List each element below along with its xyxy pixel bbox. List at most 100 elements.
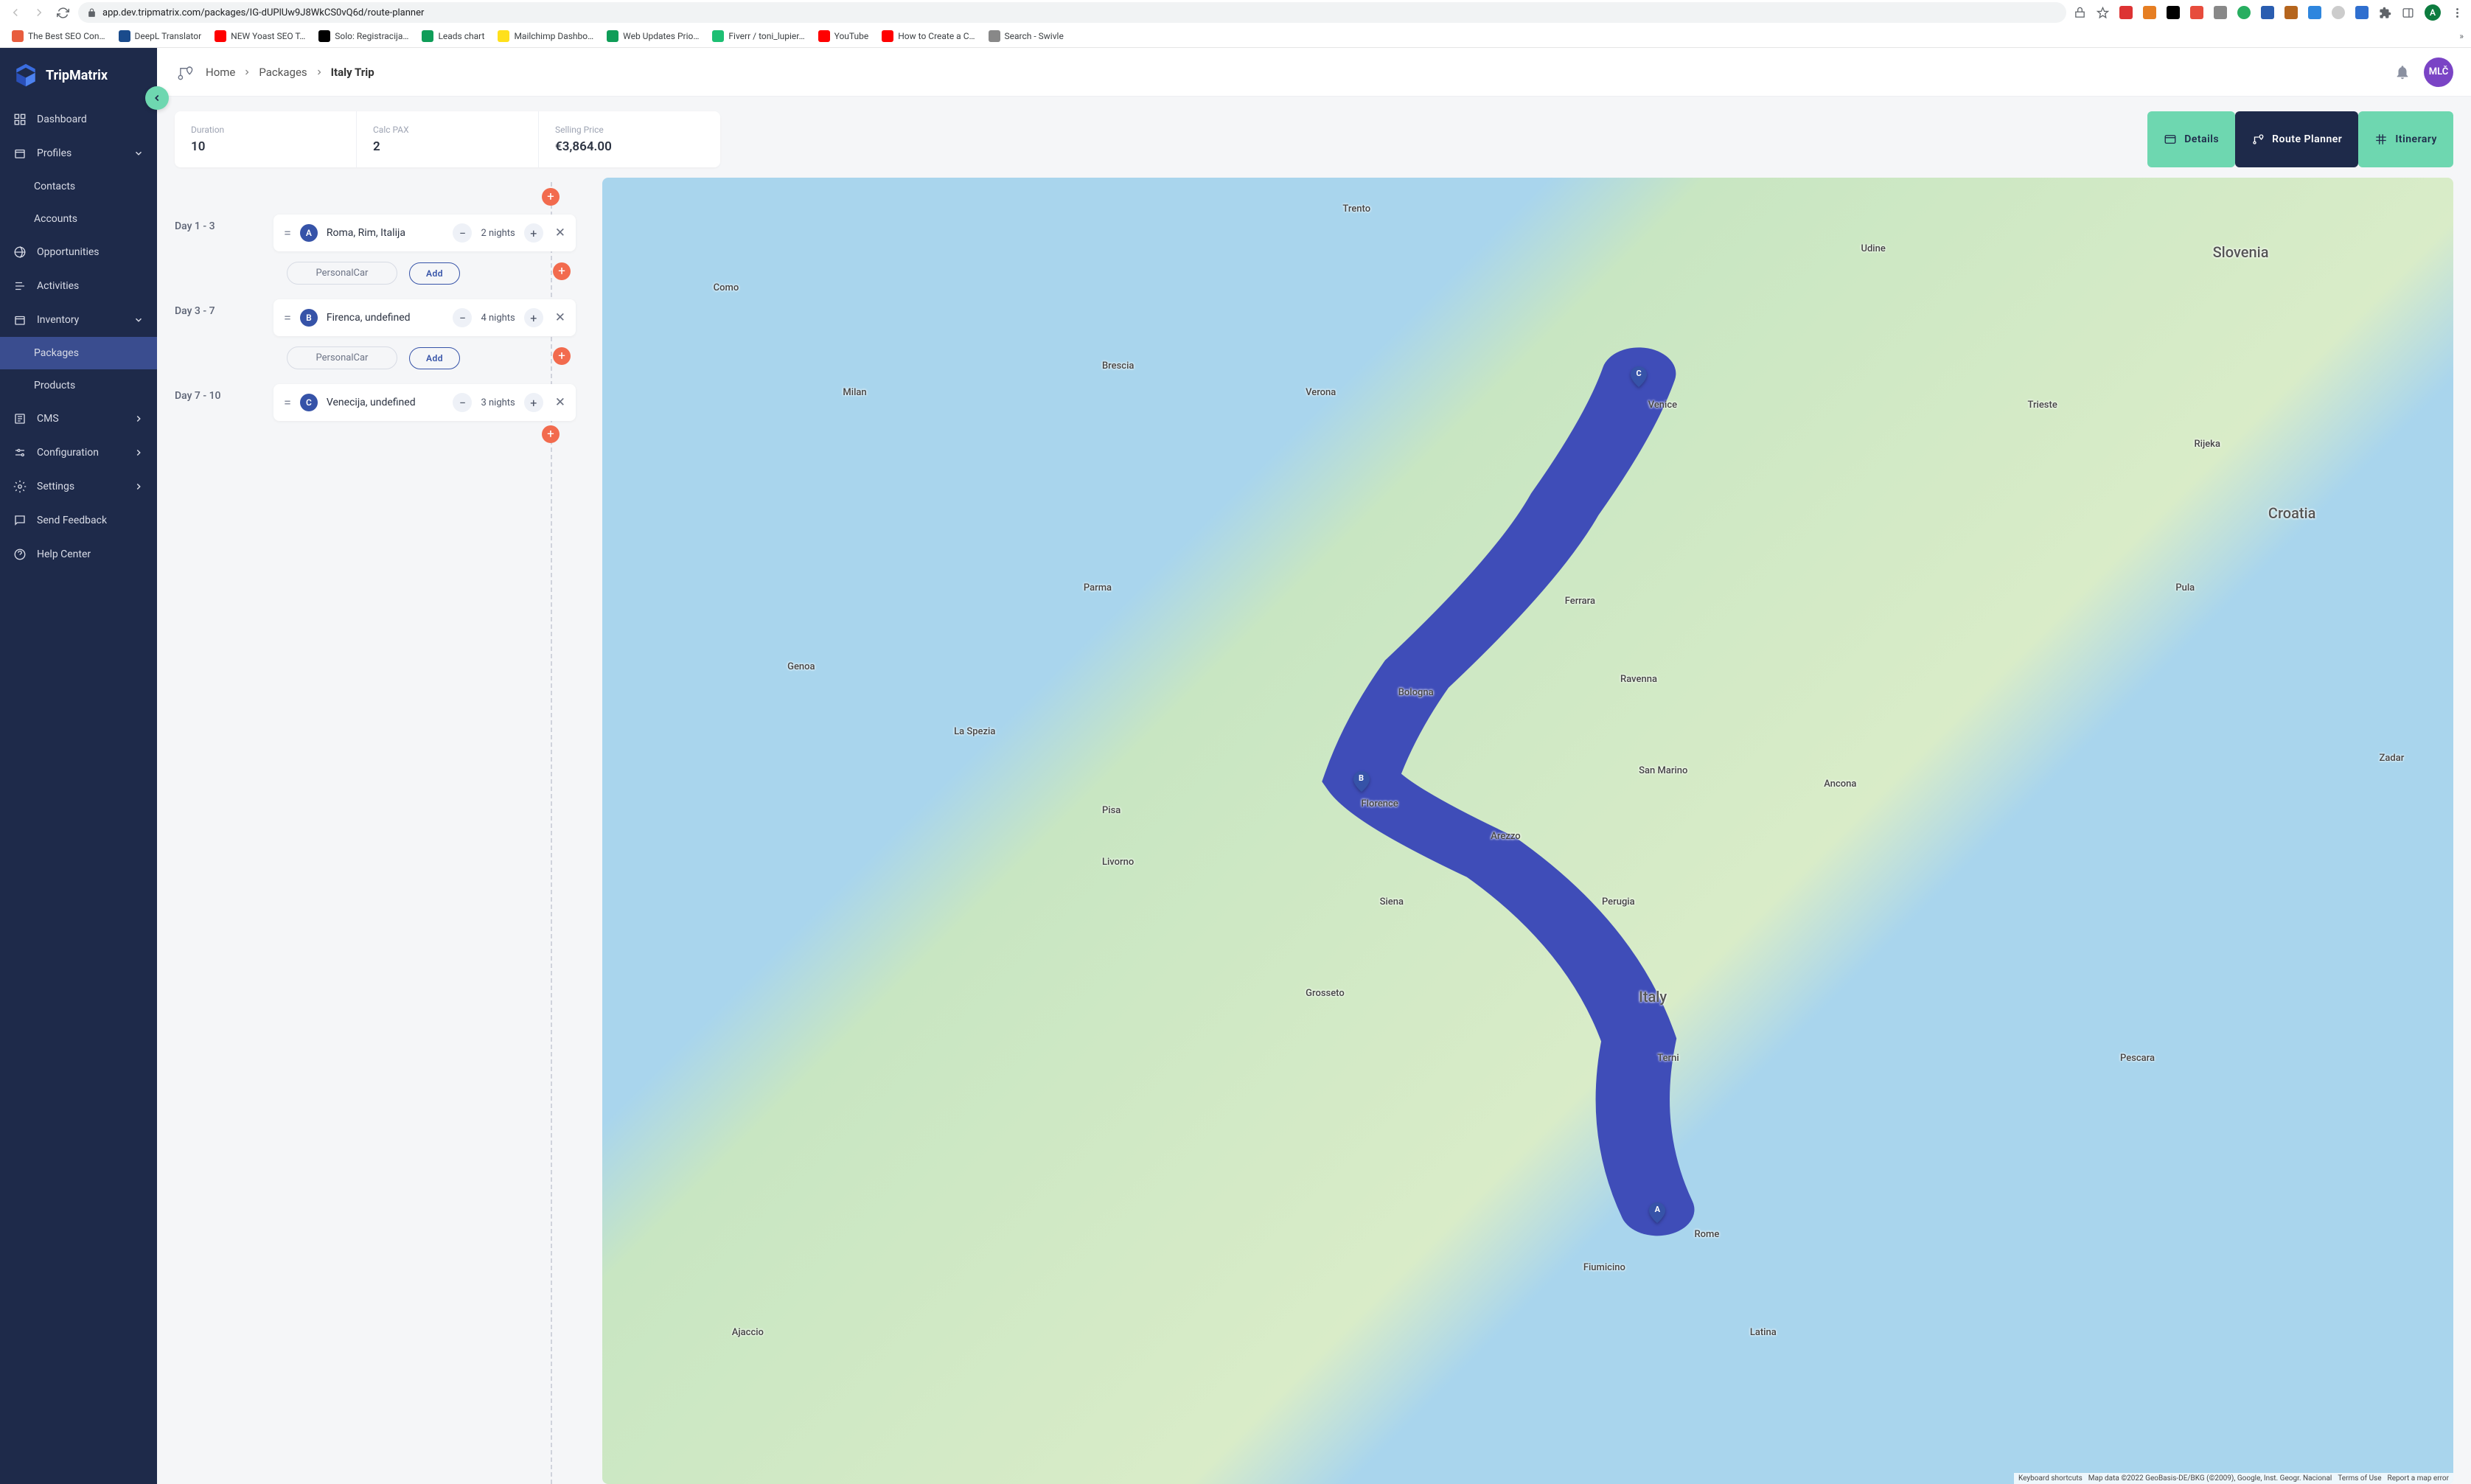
tab-label: Details xyxy=(2184,133,2219,145)
add-stop-bottom-button[interactable]: + xyxy=(542,425,560,443)
bookmark-item[interactable]: DeepL Translator xyxy=(114,27,206,45)
extension-icon[interactable] xyxy=(2284,6,2298,19)
bookmark-label: Web Updates Prio… xyxy=(623,31,699,41)
bookmark-item[interactable]: The Best SEO Con… xyxy=(7,27,110,45)
bookmark-item[interactable]: Fiverr / toni_lupier… xyxy=(708,27,809,45)
add-transport-button[interactable]: Add xyxy=(409,262,460,285)
share-icon[interactable] xyxy=(2074,7,2086,19)
map-pin-C[interactable]: C xyxy=(1631,366,1647,387)
increase-nights-button[interactable]: + xyxy=(524,393,543,412)
map-place-label: Zadar xyxy=(2380,753,2405,764)
extension-icon[interactable] xyxy=(2190,6,2203,19)
sidebar-item-opportunities[interactable]: Opportunities xyxy=(0,235,157,269)
sidebar-collapse-button[interactable] xyxy=(145,86,169,110)
extension-icon[interactable] xyxy=(2167,6,2180,19)
breadcrumb: Home Packages Italy Trip xyxy=(206,66,374,79)
browser-reload-button[interactable] xyxy=(55,4,71,21)
add-stop-between-button[interactable]: + xyxy=(553,347,571,365)
extension-icon[interactable] xyxy=(2332,6,2345,19)
sidebar-item-send-feedback[interactable]: Send Feedback xyxy=(0,504,157,537)
send-feedback-icon xyxy=(13,514,27,527)
bookmark-favicon xyxy=(12,30,24,42)
map-data-credit: Map data ©2022 GeoBasis-DE/BKG (©2009), … xyxy=(2088,1474,2332,1483)
side-panel-icon[interactable] xyxy=(2402,7,2414,19)
browser-back-button[interactable] xyxy=(7,4,24,21)
day-block: Day 1 - 3 = A Roma, Rim, Italija − 2 nig… xyxy=(175,210,588,285)
remove-stop-button[interactable]: ✕ xyxy=(555,395,565,410)
profile-avatar[interactable]: A xyxy=(2425,4,2441,21)
sidebar-item-contacts[interactable]: Contacts xyxy=(0,170,157,203)
sidebar-item-label: Inventory xyxy=(37,314,79,326)
extension-icon[interactable] xyxy=(2355,6,2369,19)
drag-handle-icon[interactable]: = xyxy=(284,395,291,411)
transport-type-pill[interactable]: PersonalCar xyxy=(287,262,397,285)
bookmark-favicon xyxy=(422,30,433,42)
bookmark-item[interactable]: Solo: Registracija… xyxy=(314,27,413,45)
bookmark-item[interactable]: NEW Yoast SEO T… xyxy=(210,27,310,45)
add-stop-between-button[interactable]: + xyxy=(553,262,571,280)
map-panel[interactable]: Keyboard shortcuts Map data ©2022 GeoBas… xyxy=(602,178,2453,1484)
sidebar-item-dashboard[interactable]: Dashboard xyxy=(0,102,157,136)
stop-name: Firenca, undefined xyxy=(327,312,445,324)
sidebar-item-accounts[interactable]: Accounts xyxy=(0,203,157,235)
sidebar-item-cms[interactable]: CMS xyxy=(0,402,157,436)
bookmark-item[interactable]: Leads chart xyxy=(417,27,489,45)
app-logo[interactable]: TripMatrix xyxy=(0,58,157,102)
map-place-label: La Spezia xyxy=(954,726,995,737)
sidebar-item-help-center[interactable]: Help Center xyxy=(0,537,157,571)
star-icon[interactable] xyxy=(2097,7,2109,19)
bookmark-item[interactable]: YouTube xyxy=(814,27,874,45)
sidebar-item-inventory[interactable]: Inventory xyxy=(0,303,157,337)
map-place-label: Croatia xyxy=(2268,504,2316,522)
sidebar-item-profiles[interactable]: Profiles xyxy=(0,136,157,170)
sidebar-item-configuration[interactable]: Configuration xyxy=(0,436,157,470)
sidebar-item-activities[interactable]: Activities xyxy=(0,269,157,303)
bookmarks-overflow[interactable]: » xyxy=(2459,31,2464,41)
extension-icon[interactable] xyxy=(2308,6,2321,19)
tab-details[interactable]: Details xyxy=(2147,111,2235,167)
tab-route-planner[interactable]: Route Planner xyxy=(2235,111,2358,167)
map-keyboard-shortcuts[interactable]: Keyboard shortcuts xyxy=(2018,1474,2083,1483)
remove-stop-button[interactable]: ✕ xyxy=(555,226,565,240)
map-pin-B[interactable]: B xyxy=(1353,771,1370,792)
increase-nights-button[interactable]: + xyxy=(524,308,543,327)
sidebar-item-settings[interactable]: Settings xyxy=(0,470,157,504)
add-transport-button[interactable]: Add xyxy=(409,347,460,369)
extensions-puzzle-icon[interactable] xyxy=(2379,7,2391,19)
sidebar-item-label: Products xyxy=(34,380,75,391)
map-report[interactable]: Report a map error xyxy=(2388,1474,2449,1483)
browser-url-bar[interactable]: app.dev.tripmatrix.com/packages/IG-dUPlU… xyxy=(78,2,2066,23)
notifications-bell-icon[interactable] xyxy=(2394,64,2411,80)
map-pin-A[interactable]: A xyxy=(1649,1202,1665,1223)
browser-forward-button[interactable] xyxy=(31,4,47,21)
bookmark-label: YouTube xyxy=(834,31,869,41)
stat-duration: Duration10 xyxy=(175,111,357,167)
extension-icon[interactable] xyxy=(2261,6,2274,19)
bookmark-item[interactable]: Web Updates Prio… xyxy=(602,27,703,45)
drag-handle-icon[interactable]: = xyxy=(284,226,291,241)
bookmark-item[interactable]: Search - Swivle xyxy=(984,27,1068,45)
breadcrumb-packages[interactable]: Packages xyxy=(259,66,307,79)
decrease-nights-button[interactable]: − xyxy=(453,393,472,412)
bookmark-item[interactable]: How to Create a C… xyxy=(877,27,979,45)
transport-type-pill[interactable]: PersonalCar xyxy=(287,346,397,369)
extension-icon[interactable] xyxy=(2143,6,2156,19)
kebab-menu-icon[interactable] xyxy=(2451,7,2464,19)
extension-icon[interactable] xyxy=(2214,6,2227,19)
extension-icon[interactable] xyxy=(2119,6,2133,19)
add-stop-top-button[interactable]: + xyxy=(542,188,560,206)
decrease-nights-button[interactable]: − xyxy=(453,308,472,327)
sidebar-item-products[interactable]: Products xyxy=(0,369,157,402)
extension-icon[interactable] xyxy=(2237,6,2251,19)
bookmark-item[interactable]: Mailchimp Dashbo… xyxy=(493,27,598,45)
tab-itinerary[interactable]: Itinerary xyxy=(2358,111,2453,167)
drag-handle-icon[interactable]: = xyxy=(284,310,291,326)
map-terms[interactable]: Terms of Use xyxy=(2338,1474,2381,1483)
user-avatar[interactable]: MLČ xyxy=(2424,58,2453,87)
increase-nights-button[interactable]: + xyxy=(524,223,543,243)
decrease-nights-button[interactable]: − xyxy=(453,223,472,243)
remove-stop-button[interactable]: ✕ xyxy=(555,310,565,325)
day-range-label: Day 3 - 7 xyxy=(175,305,215,317)
breadcrumb-home[interactable]: Home xyxy=(206,66,235,79)
sidebar-item-packages[interactable]: Packages xyxy=(0,337,157,369)
